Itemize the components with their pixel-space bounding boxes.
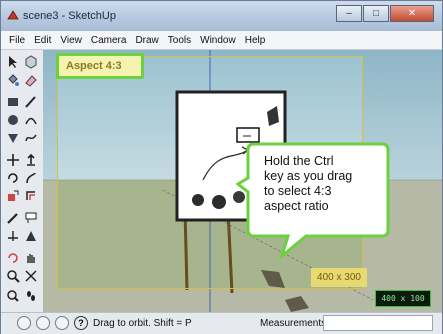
- cube-icon: [25, 55, 37, 69]
- scale-icon: [8, 190, 19, 201]
- rotate-icon: [8, 173, 18, 183]
- zoom-extents-button[interactable]: [5, 288, 21, 304]
- menu-camera[interactable]: Camera: [91, 35, 127, 46]
- menu-window[interactable]: Window: [200, 35, 236, 46]
- status-hint: Drag to orbit. Shift = P: [93, 318, 192, 329]
- menu-bar: File Edit View Camera Draw Tools Window …: [1, 31, 442, 50]
- axes-icon: [8, 231, 18, 241]
- drawing-viewport[interactable]: Aspect 4:3 Hold the Ctrl key as you drag…: [43, 50, 442, 312]
- pan-tool-button[interactable]: [23, 250, 39, 266]
- close-button[interactable]: ✕: [390, 5, 434, 22]
- vcb-preview: 400 x 100: [375, 290, 431, 307]
- measurements-label: Measurements: [260, 318, 327, 329]
- arrow-icon: [9, 56, 17, 68]
- orbit-tool-button[interactable]: [5, 250, 21, 266]
- push-pull-icon: [27, 153, 35, 166]
- rectangle-icon: [8, 98, 18, 106]
- magnifier-icon: [7, 270, 20, 283]
- minimize-icon: –: [346, 8, 352, 19]
- aspect-ratio-callout: Aspect 4:3: [56, 53, 144, 79]
- hand-icon: [27, 254, 35, 263]
- status-bar: ? Drag to orbit. Shift = P Measurements: [1, 312, 442, 334]
- maximize-button[interactable]: □: [363, 5, 389, 22]
- scale-tool-button[interactable]: [5, 188, 21, 204]
- measurements-input[interactable]: [323, 315, 433, 331]
- title-bar[interactable]: scene3 - SketchUp – □ ✕: [1, 1, 442, 31]
- section-plane-button[interactable]: [23, 228, 39, 244]
- user-icon[interactable]: [55, 316, 69, 330]
- polygon-icon: [8, 134, 18, 143]
- orbit-icon: [8, 253, 18, 263]
- tool-palette: [1, 50, 44, 312]
- dimension-badge: 400 x 300: [311, 268, 367, 287]
- rectangle-tool-button[interactable]: [5, 94, 21, 110]
- follow-me-icon: [26, 172, 36, 184]
- freehand-icon: [25, 134, 37, 142]
- credits-icon[interactable]: [36, 316, 50, 330]
- menu-draw[interactable]: Draw: [135, 35, 158, 46]
- maximize-icon: □: [372, 8, 380, 19]
- offset-icon: [26, 191, 35, 200]
- tape-measure-icon: [7, 213, 18, 224]
- zoom-window-icon: [25, 270, 37, 282]
- speech-bubble-text: Hold the Ctrl key as you drag to select …: [264, 154, 353, 213]
- window-controls: – □ ✕: [336, 5, 434, 22]
- select-tool-button[interactable]: [5, 54, 21, 70]
- move-tool-button[interactable]: [5, 152, 21, 168]
- circle-tool-button[interactable]: [5, 112, 21, 128]
- minimize-button[interactable]: –: [336, 5, 362, 22]
- pencil-icon: [25, 96, 36, 108]
- tape-measure-button[interactable]: [5, 210, 21, 226]
- arc-icon: [25, 117, 37, 125]
- paint-bucket-button[interactable]: [5, 72, 21, 88]
- sketchup-app-icon: [7, 10, 19, 20]
- rotate-tool-button[interactable]: [5, 170, 21, 186]
- walk-tool-button[interactable]: [23, 288, 39, 304]
- menu-edit[interactable]: Edit: [34, 35, 51, 46]
- menu-tools[interactable]: Tools: [168, 35, 191, 46]
- axes-tool-button[interactable]: [5, 228, 21, 244]
- circle-icon: [8, 115, 18, 125]
- instructor-help-icon[interactable]: ?: [74, 316, 88, 330]
- window-title: scene3 - SketchUp: [23, 10, 116, 22]
- menu-help[interactable]: Help: [245, 35, 266, 46]
- zoom-tool-button[interactable]: [5, 268, 21, 284]
- menu-file[interactable]: File: [9, 35, 25, 46]
- sketchup-window: scene3 - SketchUp – □ ✕ File Edit View C…: [0, 0, 443, 334]
- freehand-tool-button[interactable]: [23, 130, 39, 146]
- zoom-window-button[interactable]: [23, 268, 39, 284]
- eraser-icon: [25, 75, 37, 87]
- footprints-icon: [27, 291, 35, 301]
- text-icon: [25, 212, 37, 223]
- text-tool-button[interactable]: [23, 210, 39, 226]
- move-icon: [7, 154, 19, 166]
- line-tool-button[interactable]: [23, 94, 39, 110]
- geo-location-icon[interactable]: [17, 316, 31, 330]
- aspect-ratio-label: Aspect 4:3: [66, 60, 122, 72]
- push-pull-tool-button[interactable]: [23, 152, 39, 168]
- polygon-tool-button[interactable]: [5, 130, 21, 146]
- offset-tool-button[interactable]: [23, 188, 39, 204]
- speech-bubble: Hold the Ctrl key as you drag to select …: [236, 140, 392, 260]
- component-tool-button[interactable]: [23, 54, 39, 70]
- follow-me-tool-button[interactable]: [23, 170, 39, 186]
- close-icon: ✕: [407, 8, 417, 19]
- eraser-tool-button[interactable]: [23, 72, 39, 88]
- section-plane-icon: [26, 231, 36, 241]
- arc-tool-button[interactable]: [23, 112, 39, 128]
- zoom-extents-icon: [7, 290, 19, 302]
- paint-bucket-icon: [8, 74, 19, 86]
- menu-view[interactable]: View: [60, 35, 82, 46]
